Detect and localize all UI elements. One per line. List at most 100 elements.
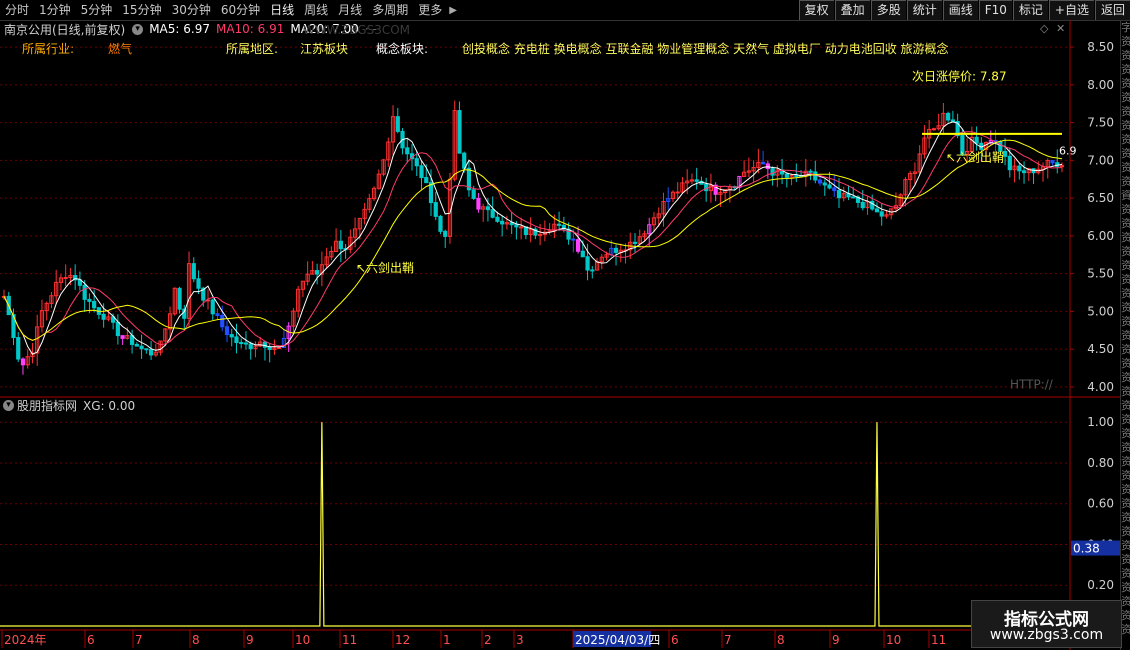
price-tick-9: 8.50	[1087, 40, 1114, 54]
candle-body-221	[1050, 160, 1055, 164]
sub-tick-3: 0.80	[1087, 456, 1114, 470]
period-tab-4[interactable]: 30分钟	[167, 0, 216, 20]
tool-button-1[interactable]: 叠加	[834, 0, 870, 20]
candle-body-123	[585, 256, 590, 271]
candle-body-102	[485, 206, 491, 211]
candle-body-223	[1059, 165, 1065, 168]
candle-body-129	[613, 247, 619, 253]
candle-body-100	[476, 197, 481, 210]
price-chart[interactable]: 4.00 4.50 5.00 5.50 6.00 6.50 7.00 7.50 8.00 8.50…	[0, 20, 1120, 650]
sub-title[interactable]: 股朋指标网	[17, 397, 83, 414]
candle-body-17	[82, 284, 87, 300]
candle-body-83	[395, 116, 400, 132]
period-tab-0[interactable]: 分时	[0, 0, 34, 20]
candle-body-47	[224, 326, 230, 336]
candle-body-46	[220, 314, 225, 328]
price-tick-1: 4.50	[1087, 342, 1114, 356]
tool-button-4[interactable]: 画线	[942, 0, 978, 20]
watermark-url: www.zbgs3.com	[989, 627, 1104, 643]
candle-body-93	[443, 230, 448, 237]
period-tab-2[interactable]: 5分钟	[76, 0, 118, 20]
price-tick-6: 7.00	[1087, 153, 1114, 167]
sub-tick-0: 0.20	[1087, 578, 1114, 592]
date-tick-3: 8	[192, 633, 200, 647]
signal-label-2: ↖六剑出鞘	[946, 149, 1004, 164]
date-tick-2: 7	[135, 633, 143, 647]
candle-body-51	[243, 342, 249, 345]
date-tick-7: 12	[395, 633, 410, 647]
candle-body-148	[704, 183, 709, 192]
price-tick-7: 7.50	[1087, 116, 1114, 130]
price-tick-2: 5.00	[1087, 304, 1114, 318]
candle-body-124	[590, 269, 595, 272]
period-tab-3[interactable]: 15分钟	[117, 0, 166, 20]
period-tab-6[interactable]: 日线	[265, 0, 299, 20]
candle-body-21	[101, 313, 106, 320]
more-arrow-icon[interactable]: ▶	[447, 5, 459, 16]
tool-button-7[interactable]: +自选	[1048, 0, 1094, 20]
tool-button-5[interactable]: F10	[978, 0, 1012, 20]
tool-button-6[interactable]: 标记	[1012, 0, 1048, 20]
candle-body-31	[148, 349, 154, 356]
date-tick-12: 6	[671, 633, 679, 647]
candle-body-91	[433, 202, 438, 217]
candle-body-55	[262, 341, 268, 348]
candle-body-215	[1021, 170, 1027, 174]
tool-button-2[interactable]: 多股	[870, 0, 906, 20]
candle-body-66	[315, 270, 320, 275]
candle-body-162	[770, 168, 775, 176]
candle-body-24	[115, 321, 120, 337]
date-tick-5: 10	[295, 633, 310, 647]
candle-body-121	[575, 239, 581, 252]
date-tick-13: 7	[724, 633, 732, 647]
candle-body-160	[761, 161, 766, 165]
candle-body-85	[405, 147, 410, 155]
candle-body-185	[879, 211, 884, 217]
tool-button-0[interactable]: 复权	[798, 0, 834, 20]
period-tab-7[interactable]: 周线	[299, 0, 333, 20]
candle-body-170	[808, 170, 813, 173]
date-tick-8: 1	[443, 633, 451, 647]
candle-body-174	[827, 184, 832, 189]
candle-body-172	[817, 179, 823, 184]
period-tab-10[interactable]: 更多	[413, 0, 447, 20]
period-tabs: 分时 1分钟 5分钟 15分钟 30分钟 60分钟 日线 周线 月线 多周期 更多 ▶	[0, 0, 459, 20]
candle-body-52	[248, 343, 253, 350]
site-watermark: 指标公式网 www.zbgs3.com	[971, 600, 1122, 648]
candle-body-87	[414, 158, 419, 167]
candle-body-58	[277, 347, 282, 350]
candle-body-71	[338, 240, 343, 250]
period-tab-1[interactable]: 1分钟	[34, 0, 76, 20]
sub-settings-icon[interactable]: ▾	[3, 400, 14, 411]
candle-body-97	[462, 152, 467, 169]
candle-body-103	[490, 209, 495, 218]
date-tick-16: 10	[886, 633, 901, 647]
period-tab-9[interactable]: 多周期	[367, 0, 413, 20]
xg-line	[0, 422, 1070, 627]
candle-body-18	[87, 298, 92, 302]
candle-body-92	[438, 215, 443, 232]
sub-tick-4: 1.00	[1087, 415, 1114, 429]
http-label: HTTP://	[1010, 377, 1054, 391]
side-panel[interactable]: 字资资资资资资资资资资资資资资资资资资资资资资资资资资资资资资资资资资资资资资资…	[1120, 21, 1130, 650]
candle-body-108	[514, 224, 519, 228]
last-value-label: 6.9	[1059, 144, 1077, 157]
tool-button-3[interactable]: 统计	[906, 0, 942, 20]
candle-body-181	[860, 201, 865, 209]
candle-body-175	[832, 187, 837, 192]
candle-body-90	[428, 182, 434, 204]
candle-body-212	[1007, 155, 1012, 171]
price-tick-5: 6.50	[1087, 191, 1114, 205]
candle-body-96	[457, 110, 462, 154]
candle-body-89	[424, 177, 429, 184]
tool-buttons: 复权 叠加 多股 统计 画线 F10 标记 +自选 返回	[798, 0, 1130, 20]
price-tick-4: 6.00	[1087, 229, 1114, 243]
period-tab-8[interactable]: 月线	[333, 0, 367, 20]
candle-body-184	[874, 208, 880, 213]
sub-tick-2: 0.60	[1087, 497, 1114, 511]
candle-body-176	[836, 190, 842, 199]
period-tab-5[interactable]: 60分钟	[216, 0, 265, 20]
candle-body-37	[177, 287, 182, 310]
tool-button-8[interactable]: 返回	[1094, 0, 1130, 20]
candle-body-41	[196, 278, 201, 289]
